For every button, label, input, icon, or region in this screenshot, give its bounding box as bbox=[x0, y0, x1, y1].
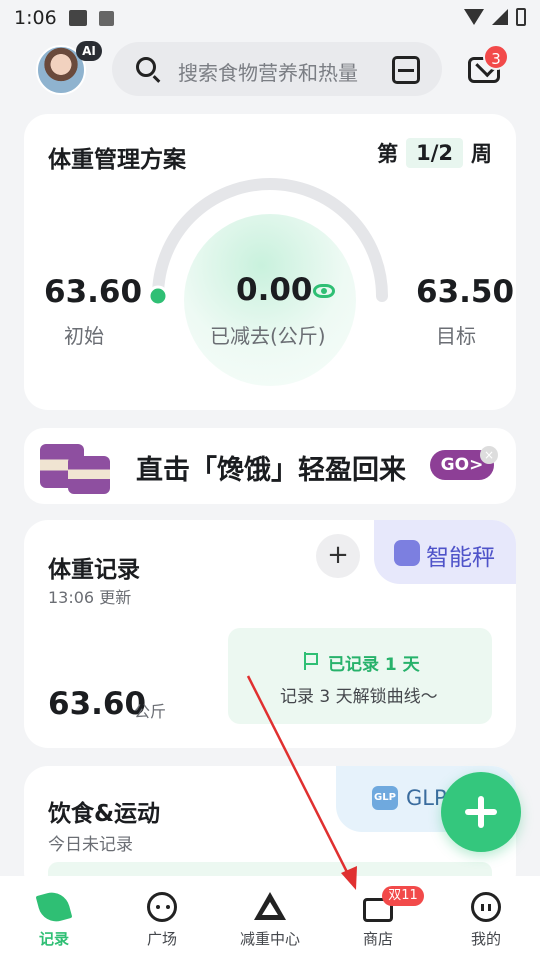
nav-label-center: 减重中心 bbox=[239, 930, 300, 948]
search-bar[interactable]: 搜索食物营养和热量 bbox=[112, 42, 442, 96]
current-weight-unit: 公斤 bbox=[134, 702, 167, 721]
eye-icon[interactable] bbox=[313, 284, 335, 298]
system-icons bbox=[464, 8, 526, 26]
search-placeholder: 搜索食物营养和热量 bbox=[178, 61, 358, 85]
add-weight-button[interactable]: + bbox=[316, 534, 360, 578]
weight-record-title: 体重记录 bbox=[48, 557, 140, 583]
wifi-icon bbox=[464, 9, 484, 25]
battery-icon bbox=[516, 8, 526, 26]
initial-weight-label: 初始 bbox=[64, 324, 104, 348]
nav-label-shop: 商店 bbox=[362, 930, 393, 948]
nav-item-center[interactable]: 减重中心 bbox=[216, 876, 324, 960]
status-bar: 1:06 bbox=[0, 0, 540, 36]
weight-record-updated: 13:06 更新 bbox=[48, 588, 132, 607]
target-weight-label: 目标 bbox=[436, 324, 476, 348]
face-icon bbox=[471, 892, 501, 922]
product-jar-image-2 bbox=[68, 456, 110, 494]
image-notification-icon bbox=[68, 10, 87, 26]
target-weight-value: 63.50 bbox=[416, 274, 515, 310]
progress-marker bbox=[150, 285, 169, 307]
smart-scale-label: 智能秤 bbox=[426, 545, 495, 571]
status-time: 1:06 bbox=[14, 7, 57, 29]
smart-scale-tab[interactable]: 智能秤 bbox=[374, 520, 516, 584]
weight-plan-card[interactable]: 体重管理方案 第 1/2 周 63.60 初始 0.00 已减去(公斤) 63.… bbox=[24, 114, 516, 410]
shop-badge: 双11 bbox=[382, 886, 424, 906]
search-icon bbox=[136, 57, 156, 77]
nav-item-square[interactable]: 广场 bbox=[108, 876, 216, 960]
plan-title: 体重管理方案 bbox=[48, 147, 186, 173]
banner-text: 直击「馋饿」轻盈回来 bbox=[136, 455, 406, 486]
nav-label-mine: 我的 bbox=[470, 930, 501, 948]
header: AI 搜索食物营养和热量 3 bbox=[0, 40, 540, 100]
lost-weight-value: 0.00 bbox=[236, 272, 313, 308]
nav-item-record[interactable]: 记录 bbox=[0, 876, 108, 960]
flag-icon bbox=[304, 652, 318, 670]
weight-record-card[interactable]: 智能秤 + 体重记录 13:06 更新 63.60 公斤 已记录 1 天 记录 … bbox=[24, 520, 516, 748]
scan-icon[interactable] bbox=[392, 56, 420, 84]
diet-subtitle: 今日未记录 bbox=[48, 835, 133, 855]
initial-weight-value: 63.60 bbox=[44, 274, 143, 310]
glp-icon: GLP bbox=[372, 786, 398, 810]
week-prefix: 第 bbox=[377, 142, 399, 166]
week-value: 1/2 bbox=[406, 138, 463, 168]
week-indicator: 第 1/2 周 bbox=[377, 138, 492, 168]
promo-banner[interactable]: 直击「馋饿」轻盈回来 GO> × bbox=[24, 428, 516, 504]
ai-badge: AI bbox=[76, 41, 102, 61]
unlock-curve-tip: 记录 3 天解锁曲线～ bbox=[280, 687, 438, 707]
planet-icon bbox=[147, 892, 177, 922]
current-weight-value: 63.60 bbox=[48, 686, 147, 722]
nav-label-square: 广场 bbox=[146, 930, 177, 948]
recorded-days-label: 已记录 1 天 bbox=[328, 655, 420, 675]
app-notification-icon bbox=[98, 10, 114, 26]
lost-weight-label: 已减去(公斤) bbox=[210, 324, 326, 348]
triangle-icon bbox=[254, 892, 286, 920]
scale-icon bbox=[394, 540, 420, 566]
bottom-nav: 记录 广场 减重中心 商店 我的 bbox=[0, 876, 540, 960]
signal-icon bbox=[492, 9, 508, 25]
diet-title: 饮食&运动 bbox=[48, 801, 161, 827]
nav-item-mine[interactable]: 我的 bbox=[432, 876, 540, 960]
record-status-box[interactable]: 已记录 1 天 记录 3 天解锁曲线～ bbox=[228, 628, 492, 724]
banner-close-icon[interactable]: × bbox=[480, 446, 498, 464]
nav-label-record: 记录 bbox=[38, 930, 69, 948]
week-suffix: 周 bbox=[471, 142, 492, 166]
floating-add-button[interactable] bbox=[441, 772, 521, 852]
mail-badge: 3 bbox=[483, 44, 509, 70]
leaf-icon bbox=[35, 888, 73, 926]
